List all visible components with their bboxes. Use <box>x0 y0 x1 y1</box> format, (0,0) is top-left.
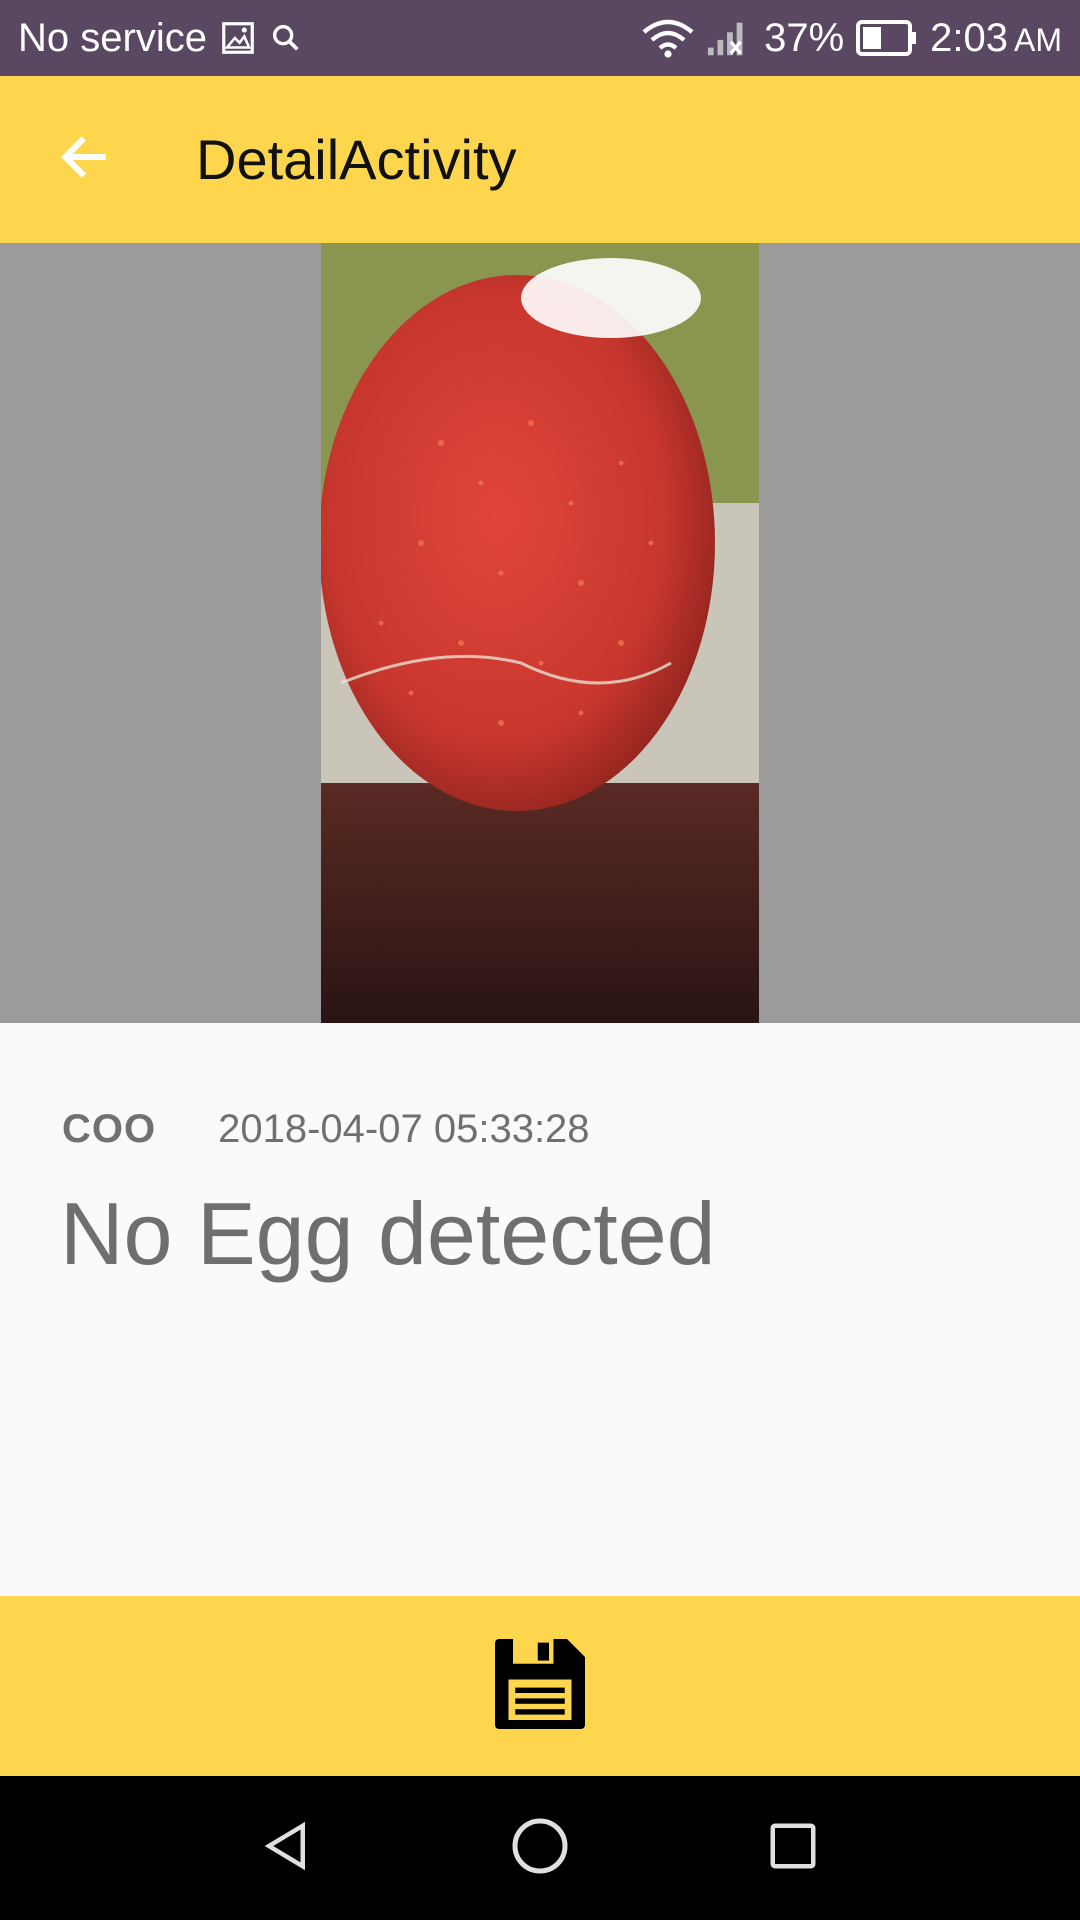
nav-home-button[interactable] <box>490 1798 590 1898</box>
record-name: COO <box>62 1107 157 1151</box>
back-triangle-icon <box>260 1819 314 1878</box>
record-timestamp: 2018-04-07 05:33:28 <box>218 1107 590 1151</box>
detail-panel: COO 2018-04-07 05:33:28 No Egg detected <box>0 1023 1080 1596</box>
battery-percent: 37% <box>764 15 845 60</box>
save-button[interactable] <box>480 1626 600 1746</box>
wifi-icon <box>642 18 694 58</box>
clock-time: 2:03 <box>930 15 1008 60</box>
clock: 2:03 AM <box>930 16 1062 61</box>
search-icon <box>269 21 303 55</box>
arrow-back-icon <box>56 129 112 190</box>
egg-photo-drawing <box>321 243 759 1023</box>
egg-photo <box>321 243 759 1023</box>
back-button[interactable] <box>24 100 144 220</box>
status-left: No service <box>18 16 303 61</box>
nav-back-button[interactable] <box>237 1798 337 1898</box>
bottom-action-bar <box>0 1596 1080 1776</box>
status-bar: No service 37% 2:03 AM <box>0 0 1080 76</box>
system-nav-bar <box>0 1776 1080 1920</box>
image-icon <box>219 19 257 57</box>
status-right: 37% 2:03 AM <box>642 16 1062 61</box>
meta-row: COO 2018-04-07 05:33:28 <box>62 1107 590 1152</box>
battery-icon <box>856 20 918 56</box>
carrier-text: No service <box>18 15 207 60</box>
home-circle-icon <box>510 1816 570 1881</box>
page-title: DetailActivity <box>196 128 517 191</box>
app-toolbar: DetailActivity <box>0 76 1080 243</box>
recents-square-icon <box>766 1819 820 1878</box>
detection-result: No Egg detected <box>60 1184 716 1283</box>
clock-suffix: AM <box>1014 21 1062 58</box>
signal-icon <box>706 18 752 58</box>
image-container <box>0 243 1080 1023</box>
nav-recents-button[interactable] <box>743 1798 843 1898</box>
floppy-disk-icon <box>486 1630 594 1743</box>
